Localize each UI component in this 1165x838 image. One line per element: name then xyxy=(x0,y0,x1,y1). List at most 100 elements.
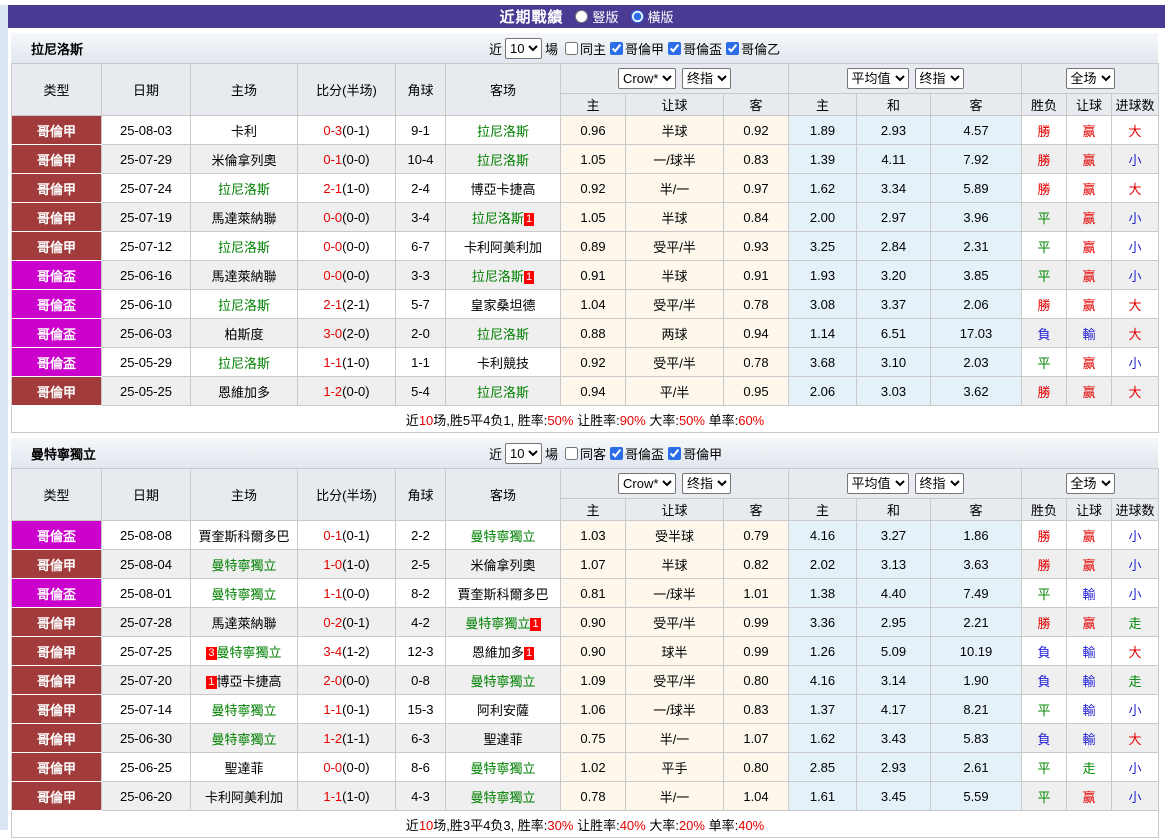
avg-home-odds: 1.26 xyxy=(788,636,857,666)
home-team-name: 聖達菲 xyxy=(224,760,264,776)
away-team-name: 聖達菲 xyxy=(483,731,523,747)
bookmaker-select[interactable]: Crow* xyxy=(618,473,676,494)
final-index-select-2[interactable]: 终指 xyxy=(914,473,964,494)
match-score: 0-3(0-1) xyxy=(297,115,396,145)
average-select[interactable]: 平均值 xyxy=(846,68,909,89)
corner-count: 5-7 xyxy=(395,289,446,319)
league-badge: 哥倫甲 xyxy=(11,549,102,579)
match-date: 25-06-25 xyxy=(101,752,191,782)
scope-select-group: 全场 xyxy=(1021,63,1160,94)
team-name: 曼特寧獨立 xyxy=(31,446,97,462)
league-filter[interactable]: 哥倫甲 xyxy=(664,444,722,463)
result-goals: 大 xyxy=(1111,318,1160,348)
league-filter[interactable]: 同客 xyxy=(561,444,606,463)
view-vertical-option[interactable]: 豎版 xyxy=(575,7,619,26)
corner-count: 8-2 xyxy=(395,578,446,608)
avg-home-odds: 3.25 xyxy=(788,231,857,261)
league-filter[interactable]: 哥倫甲 xyxy=(606,39,664,58)
corner-count: 1-1 xyxy=(395,347,446,377)
result-outcome: 勝 xyxy=(1021,144,1068,174)
handicap-away-odds: 0.84 xyxy=(723,202,789,232)
handicap-line: 受平/半 xyxy=(625,665,724,695)
handicap-line: 平/半 xyxy=(625,376,724,406)
scope-select[interactable]: 全场 xyxy=(1065,68,1115,89)
handicap-line: 半/一 xyxy=(625,723,724,753)
match-score: 3-4(1-2) xyxy=(297,636,396,666)
result-goals: 小 xyxy=(1111,752,1160,782)
away-team: 賈奎斯科爾多巴 xyxy=(445,578,561,608)
away-team-name: 曼特寧獨立 xyxy=(470,760,536,776)
league-badge: 哥倫甲 xyxy=(11,202,102,232)
handicap-home-odds: 1.07 xyxy=(560,549,626,579)
home-team-name: 恩維加多 xyxy=(217,384,270,400)
view-horizontal-option[interactable]: 橫版 xyxy=(630,7,674,26)
league-filter[interactable]: 哥倫乙 xyxy=(722,39,780,58)
league-filter[interactable]: 同主 xyxy=(561,39,606,58)
col-result: 胜负 xyxy=(1021,498,1068,521)
league-filter-checkbox[interactable] xyxy=(565,41,579,55)
away-team-name: 曼特寧獨立 xyxy=(470,789,536,805)
view-horizontal-radio[interactable] xyxy=(630,10,644,23)
avg-home-odds: 1.14 xyxy=(788,318,857,348)
summary-segment: 20% xyxy=(678,817,705,833)
league-badge: 哥倫盃 xyxy=(11,318,102,348)
bookmaker-select[interactable]: Crow* xyxy=(618,68,676,89)
result-handicap: 輸 xyxy=(1066,578,1113,608)
result-outcome: 勝 xyxy=(1021,549,1068,579)
league-filter-checkbox[interactable] xyxy=(668,446,682,460)
result-goals: 走 xyxy=(1111,665,1160,695)
col-handicap-away: 客 xyxy=(723,498,789,521)
handicap-away-odds: 0.95 xyxy=(723,376,789,406)
scope-select[interactable]: 全场 xyxy=(1065,473,1115,494)
league-filter-checkbox[interactable] xyxy=(726,41,740,55)
match-row: 哥倫盃 25-06-10 拉尼洛斯 2-1(2-1) 5-7 皇家桑坦德 1.04 受平/半 0… xyxy=(11,289,1160,319)
games-suffix-label: 場 xyxy=(545,446,559,462)
final-index-select[interactable]: 终指 xyxy=(682,473,731,494)
away-team-name: 曼特寧獨立 xyxy=(470,673,536,689)
summary-segment: 场,胜3平4负3, 胜率: xyxy=(433,817,548,833)
league-filter-label: 哥倫甲 xyxy=(625,41,665,57)
corner-count: 3-3 xyxy=(395,260,446,290)
league-badge: 哥倫甲 xyxy=(11,636,102,666)
result-goals: 小 xyxy=(1111,260,1160,290)
handicap-line: 一/球半 xyxy=(625,144,724,174)
away-team-name: 皇家桑坦德 xyxy=(470,297,536,313)
col-type: 类型 xyxy=(11,468,102,521)
games-count-select[interactable]: 10 xyxy=(505,37,543,59)
league-badge: 哥倫甲 xyxy=(11,144,102,174)
match-date: 25-07-14 xyxy=(101,694,191,724)
avg-away-odds: 2.61 xyxy=(929,752,1023,782)
handicap-line: 半球 xyxy=(625,260,724,290)
away-team-name: 卡利競技 xyxy=(476,355,529,371)
match-score: 1-1(1-0) xyxy=(297,781,396,811)
bookmaker-select-group: Crow* 终指 xyxy=(560,63,789,94)
result-outcome: 平 xyxy=(1021,752,1068,782)
result-goals: 大 xyxy=(1111,376,1160,406)
league-filter[interactable]: 哥倫盃 xyxy=(664,39,722,58)
avg-draw-odds: 2.84 xyxy=(856,231,931,261)
view-vertical-radio[interactable] xyxy=(575,10,589,23)
result-goals: 小 xyxy=(1111,202,1160,232)
match-score: 0-0(0-0) xyxy=(297,260,396,290)
avg-away-odds: 1.86 xyxy=(929,520,1023,550)
games-count-select[interactable]: 10 xyxy=(505,442,543,464)
match-row: 哥倫盃 25-05-29 拉尼洛斯 1-1(1-0) 1-1 卡利競技 0.92 受平/半 0.… xyxy=(11,347,1160,377)
league-filter-checkbox[interactable] xyxy=(610,41,624,55)
league-filter-checkbox[interactable] xyxy=(668,41,682,55)
league-filter-checkbox[interactable] xyxy=(565,446,579,460)
handicap-home-odds: 1.03 xyxy=(560,520,626,550)
league-filter-label: 哥倫盃 xyxy=(683,41,723,57)
col-avg-draw: 和 xyxy=(856,498,931,521)
away-team: 拉尼洛斯 1 xyxy=(445,202,561,232)
final-index-select[interactable]: 终指 xyxy=(682,68,731,89)
match-row: 哥倫甲 25-06-30 曼特寧獨立 1-2(1-1) 6-3 聖達菲 0.75 半/一 1.0… xyxy=(11,723,1160,753)
handicap-home-odds: 0.90 xyxy=(560,636,626,666)
avg-away-odds: 2.03 xyxy=(929,347,1023,377)
league-filter-checkbox[interactable] xyxy=(610,446,624,460)
col-score: 比分(半场) xyxy=(297,63,396,116)
avg-draw-odds: 6.51 xyxy=(856,318,931,348)
league-filter[interactable]: 哥倫盃 xyxy=(606,444,664,463)
handicap-home-odds: 0.92 xyxy=(560,347,626,377)
final-index-select-2[interactable]: 终指 xyxy=(914,68,964,89)
average-select[interactable]: 平均值 xyxy=(846,473,909,494)
